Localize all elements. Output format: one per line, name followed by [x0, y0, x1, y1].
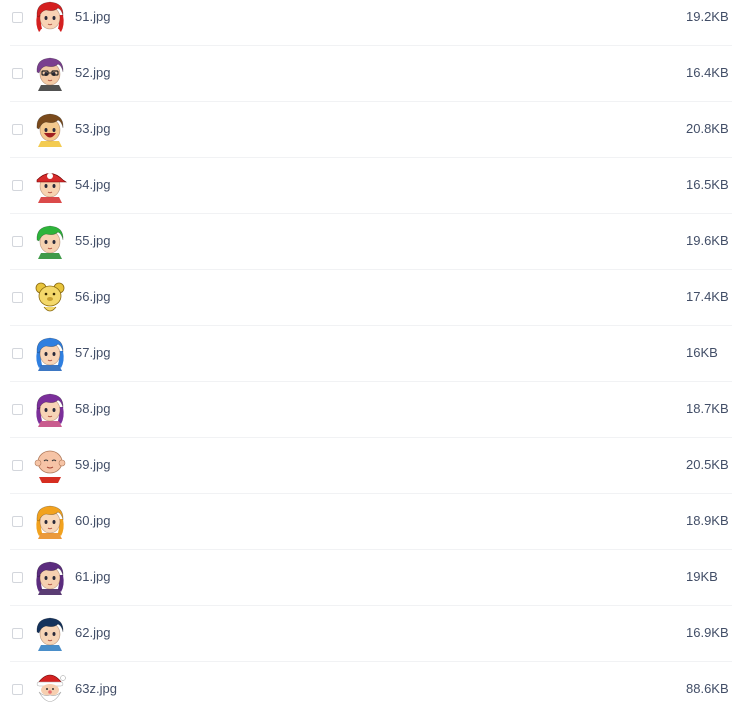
file-checkbox[interactable]: [12, 348, 23, 359]
file-row[interactable]: 51.jpg 19.2KB: [10, 0, 732, 46]
file-row[interactable]: 56.jpg 17.4KB: [10, 270, 732, 326]
file-name[interactable]: 63z.jpg: [75, 681, 117, 697]
santa-claus-avatar-icon[interactable]: [32, 671, 68, 707]
file-name[interactable]: 62.jpg: [75, 625, 110, 641]
file-checkbox[interactable]: [12, 68, 23, 79]
file-checkbox[interactable]: [12, 516, 23, 527]
file-size: 18.9KB: [686, 513, 729, 528]
dark-blue-haired-boy-avatar-icon[interactable]: [32, 615, 68, 651]
file-checkbox[interactable]: [12, 180, 23, 191]
file-checkbox[interactable]: [12, 12, 23, 23]
yellow-teddy-bear-avatar-icon[interactable]: [32, 279, 68, 315]
purple-haired-girl-avatar-icon[interactable]: [32, 391, 68, 427]
file-size: 16.4KB: [686, 65, 729, 80]
file-name[interactable]: 52.jpg: [75, 65, 110, 81]
file-size: 19.2KB: [686, 9, 729, 24]
file-size: 88.6KB: [686, 681, 729, 696]
file-checkbox[interactable]: [12, 572, 23, 583]
file-row[interactable]: 52.jpg 16.4KB: [10, 46, 732, 102]
file-name[interactable]: 53.jpg: [75, 121, 110, 137]
file-row[interactable]: 58.jpg 18.7KB: [10, 382, 732, 438]
file-row[interactable]: 62.jpg 16.9KB: [10, 606, 732, 662]
file-checkbox[interactable]: [12, 404, 23, 415]
file-name[interactable]: 60.jpg: [75, 513, 110, 529]
purple-haired-boy-with-glasses-avatar-icon[interactable]: [32, 55, 68, 91]
file-checkbox[interactable]: [12, 628, 23, 639]
file-checkbox[interactable]: [12, 460, 23, 471]
file-checkbox[interactable]: [12, 684, 23, 695]
file-size: 18.7KB: [686, 401, 729, 416]
file-row[interactable]: 57.jpg 16KB: [10, 326, 732, 382]
blue-haired-girl-avatar-icon[interactable]: [32, 335, 68, 371]
file-name[interactable]: 59.jpg: [75, 457, 110, 473]
file-name[interactable]: 51.jpg: [75, 9, 110, 25]
red-haired-girl-avatar-icon[interactable]: [32, 0, 68, 35]
file-checkbox[interactable]: [12, 292, 23, 303]
file-size: 19KB: [686, 569, 718, 584]
file-size: 20.5KB: [686, 457, 729, 472]
file-row[interactable]: 59.jpg 20.5KB: [10, 438, 732, 494]
file-name[interactable]: 56.jpg: [75, 289, 110, 305]
file-name[interactable]: 54.jpg: [75, 177, 110, 193]
orange-haired-girl-avatar-icon[interactable]: [32, 503, 68, 539]
purple-haired-woman-avatar-icon[interactable]: [32, 559, 68, 595]
bald-baby-avatar-icon[interactable]: [32, 447, 68, 483]
file-name[interactable]: 57.jpg: [75, 345, 110, 361]
file-checkbox[interactable]: [12, 124, 23, 135]
file-list: 51.jpg 19.2KB 52.jpg 16.4KB 53.jpg 20.8KB 54.j…: [0, 0, 732, 717]
green-haired-boy-avatar-icon[interactable]: [32, 223, 68, 259]
file-row[interactable]: 54.jpg 16.5KB: [10, 158, 732, 214]
file-row[interactable]: 55.jpg 19.6KB: [10, 214, 732, 270]
file-name[interactable]: 55.jpg: [75, 233, 110, 249]
file-size: 16.9KB: [686, 625, 729, 640]
file-row[interactable]: 61.jpg 19KB: [10, 550, 732, 606]
file-size: 16KB: [686, 345, 718, 360]
file-size: 19.6KB: [686, 233, 729, 248]
file-size: 17.4KB: [686, 289, 729, 304]
file-row[interactable]: 63z.jpg 88.6KB: [10, 662, 732, 717]
file-name[interactable]: 61.jpg: [75, 569, 110, 585]
file-size: 20.8KB: [686, 121, 729, 136]
file-row[interactable]: 60.jpg 18.9KB: [10, 494, 732, 550]
file-size: 16.5KB: [686, 177, 729, 192]
file-checkbox[interactable]: [12, 236, 23, 247]
file-name[interactable]: 58.jpg: [75, 401, 110, 417]
file-row[interactable]: 53.jpg 20.8KB: [10, 102, 732, 158]
boy-with-red-cap-avatar-icon[interactable]: [32, 167, 68, 203]
laughing-brown-haired-boy-avatar-icon[interactable]: [32, 111, 68, 147]
